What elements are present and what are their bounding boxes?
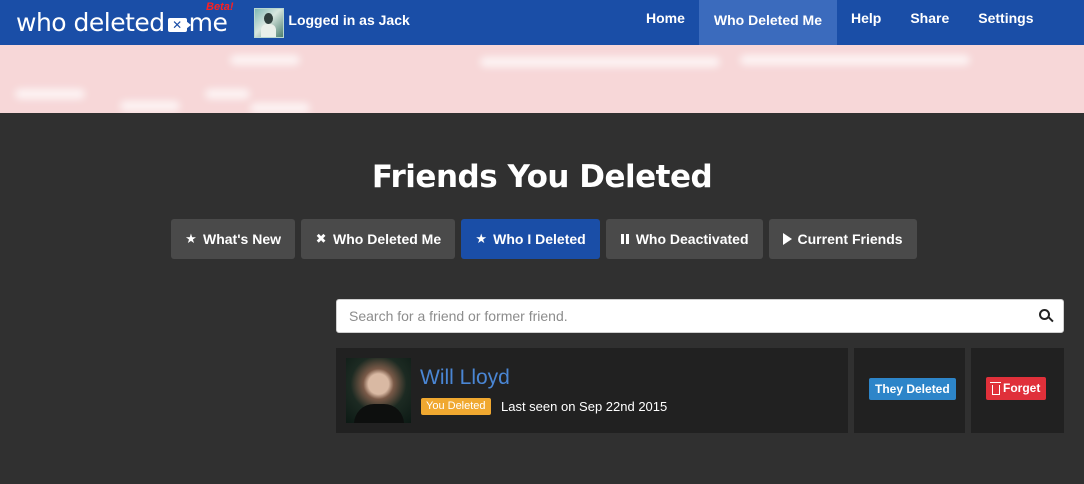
tab-label: Who I Deleted bbox=[493, 231, 586, 247]
search-input[interactable] bbox=[337, 300, 1063, 332]
nav-link-home[interactable]: Home bbox=[631, 0, 699, 40]
x-icon: ✖ bbox=[315, 231, 327, 246]
nav-link-share[interactable]: Share bbox=[896, 0, 964, 40]
tab-who-deleted-me[interactable]: ✖ Who Deleted Me bbox=[301, 219, 456, 259]
brand-x-icon: ✕ bbox=[167, 17, 191, 32]
user-avatar[interactable] bbox=[254, 7, 285, 38]
friend-status-cell: They Deleted bbox=[854, 348, 965, 433]
nav-link-who-deleted-me[interactable]: Who Deleted Me bbox=[699, 0, 837, 45]
star-icon: ★ bbox=[185, 231, 197, 246]
brand-logo[interactable]: who deleted ✕ me Beta! bbox=[16, 0, 234, 45]
logged-in-prefix: Logged in as bbox=[288, 11, 375, 28]
play-icon bbox=[782, 233, 792, 245]
star-icon: ★ bbox=[475, 231, 487, 246]
nav-link-settings[interactable]: Settings bbox=[964, 0, 1048, 40]
search-box bbox=[336, 299, 1064, 333]
friend-row: Will Lloyd You Deleted Last seen on Sep … bbox=[336, 348, 848, 433]
brand-text-part1: who deleted bbox=[16, 8, 165, 37]
logged-in-username: Jack bbox=[378, 11, 410, 28]
logged-in-status: Logged in as Jack bbox=[288, 12, 409, 28]
trash-icon bbox=[990, 381, 1001, 395]
tab-label: What's New bbox=[203, 231, 282, 247]
pause-icon bbox=[620, 234, 630, 244]
forget-button-label: Forget bbox=[1003, 381, 1041, 395]
friend-avatar[interactable] bbox=[346, 358, 411, 423]
beta-label: Beta! bbox=[206, 1, 234, 13]
nav-link-help[interactable]: Help bbox=[837, 0, 896, 40]
tab-current-friends[interactable]: Current Friends bbox=[768, 219, 917, 259]
nav-links: Home Who Deleted Me Help Share Settings bbox=[631, 0, 1048, 45]
friend-name-link[interactable]: Will Lloyd bbox=[420, 366, 510, 390]
page-title: Friends You Deleted bbox=[371, 159, 713, 195]
section-tabs: ★ What's New ✖ Who Deleted Me ★ Who I De… bbox=[171, 219, 917, 259]
friend-action-cell: Forget bbox=[971, 348, 1064, 433]
you-deleted-badge: You Deleted bbox=[421, 398, 491, 415]
last-seen-text: Last seen on Sep 22nd 2015 bbox=[501, 399, 668, 414]
tab-who-deactivated[interactable]: Who Deactivated bbox=[605, 219, 763, 259]
tab-who-i-deleted[interactable]: ★ Who I Deleted bbox=[461, 219, 600, 259]
notice-banner bbox=[0, 45, 1084, 113]
they-deleted-button[interactable]: They Deleted bbox=[869, 378, 956, 400]
forget-button[interactable]: Forget bbox=[986, 377, 1047, 400]
tab-label: Who Deleted Me bbox=[333, 231, 442, 247]
top-navbar: who deleted ✕ me Beta! Logged in as Jack… bbox=[0, 0, 1084, 45]
tab-label: Who Deactivated bbox=[635, 231, 749, 247]
brand-text-part2: me bbox=[188, 8, 228, 37]
tab-whats-new[interactable]: ★ What's New bbox=[171, 219, 296, 259]
search-icon[interactable] bbox=[1039, 309, 1053, 323]
tab-label: Current Friends bbox=[797, 231, 903, 247]
